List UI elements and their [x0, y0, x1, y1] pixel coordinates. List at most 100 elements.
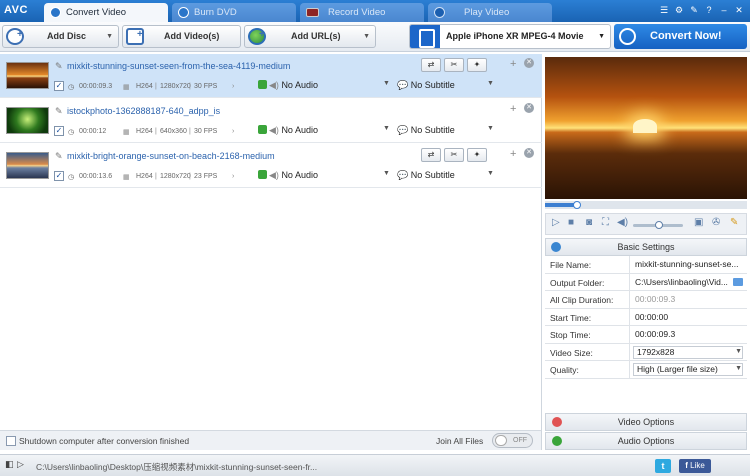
effects-wand-icon[interactable]: ✦	[467, 58, 487, 72]
video-thumbnail[interactable]	[6, 107, 49, 134]
toggle-state: OFF	[513, 437, 527, 444]
play-icon	[434, 7, 445, 18]
snapshot-icon[interactable]: ◙	[586, 217, 592, 228]
audio-track-select[interactable]: ◀) No Audio	[258, 80, 318, 91]
tab-convert-video[interactable]: Convert Video	[44, 3, 168, 22]
chevron-down-icon[interactable]: ▼	[487, 125, 494, 132]
close-icon[interactable]: ✕	[732, 3, 746, 18]
rotate-icon[interactable]: ⇄	[421, 58, 441, 72]
chevron-down-icon[interactable]: ▼	[487, 170, 494, 177]
rotate-icon[interactable]: ⇄	[421, 148, 441, 162]
start-time-field[interactable]: 00:00:00	[629, 308, 746, 326]
video-options-header[interactable]: Video Options	[545, 413, 747, 431]
stop-time-field[interactable]: 00:00:09.3	[629, 326, 746, 343]
output-profile-select[interactable]: Apple iPhone XR MPEG-4 Movie (*.mp4) ▼	[409, 24, 611, 64]
subtitle-select[interactable]: 💬 No Subtitle	[397, 80, 455, 91]
settings-icon[interactable]: ✇	[712, 217, 720, 228]
convert-now-button[interactable]: Convert Now!	[614, 24, 747, 49]
tab-burn-dvd[interactable]: Burn DVD	[172, 3, 296, 22]
collapse-left-icon[interactable]: ◧	[5, 459, 15, 471]
output-folder-field[interactable]: C:\Users\linbaoling\Vid...	[629, 273, 746, 291]
file-row[interactable]: ✎ mixkit-stunning-sunset-seen-from-the-s…	[0, 54, 542, 98]
chevron-down-icon[interactable]: ▼	[598, 25, 605, 48]
expand-right-icon[interactable]: ▷	[17, 459, 27, 471]
subtitle-select[interactable]: 💬 No Subtitle	[397, 125, 455, 136]
subtitle-select[interactable]: 💬 No Subtitle	[397, 170, 455, 181]
quality-select[interactable]: High (Larger file size)	[633, 363, 743, 376]
status-bar: ◧ ▷ C:\Users\linbaoling\Desktop\压缩视频素材\m…	[0, 454, 750, 476]
chevron-down-icon[interactable]: ▼	[735, 361, 742, 377]
file-name[interactable]: mixkit-bright-orange-sunset-on-beach-216…	[67, 151, 275, 161]
remove-icon[interactable]: ✕	[524, 148, 534, 158]
video-thumbnail[interactable]	[6, 62, 49, 89]
shutdown-checkbox[interactable]	[6, 436, 16, 446]
stop-icon[interactable]: ■	[568, 217, 574, 228]
pencil-icon[interactable]: ✎	[55, 61, 63, 72]
volume-handle[interactable]	[655, 221, 663, 229]
audio-options-header[interactable]: Audio Options	[545, 432, 747, 450]
remove-icon[interactable]: ✕	[524, 58, 534, 68]
file-checkbox[interactable]: ✓	[54, 171, 64, 181]
file-row[interactable]: ✎ mixkit-bright-orange-sunset-on-beach-2…	[0, 144, 542, 188]
file-resolution: 640x360	[160, 128, 187, 135]
chevron-down-icon[interactable]: ▼	[383, 80, 390, 87]
video-thumbnail[interactable]	[6, 152, 49, 179]
folder-icon[interactable]: ▣	[694, 217, 703, 228]
chevron-down-icon[interactable]: ▼	[735, 344, 742, 360]
scissors-icon[interactable]: ✂	[444, 148, 464, 162]
pencil-icon[interactable]: ✎	[55, 151, 63, 162]
menu-icon[interactable]: ☰	[657, 3, 671, 18]
file-resolution: 1280x720	[160, 83, 191, 90]
basic-settings-table: File Name: mixkit-stunning-sunset-se... …	[545, 256, 747, 379]
play-icon[interactable]: ▷	[552, 217, 560, 228]
wrench-icon[interactable]: ✎	[730, 217, 738, 228]
chevron-down-icon[interactable]: ▼	[363, 26, 370, 47]
chevron-down-icon[interactable]: ▼	[106, 26, 113, 47]
tab-label: Play Video	[464, 7, 510, 18]
pencil-icon[interactable]: ✎	[55, 106, 63, 117]
speaker-icon: ◀)	[269, 125, 279, 135]
fullscreen-icon[interactable]: ⛶	[602, 217, 609, 228]
effects-wand-icon[interactable]: ✦	[467, 148, 487, 162]
file-fps: 30 FPS	[194, 83, 218, 90]
toggle-knob	[495, 435, 507, 446]
video-size-select[interactable]: 1792x828	[633, 345, 743, 359]
add-videos-button[interactable]: + Add Video(s)	[122, 25, 241, 48]
add-icon[interactable]: +	[510, 148, 516, 160]
audio-track-select[interactable]: ◀) No Audio	[258, 170, 318, 181]
facebook-like-button[interactable]: f Like	[679, 459, 711, 473]
file-checkbox[interactable]: ✓	[54, 81, 64, 91]
tab-record-video[interactable]: Record Video	[300, 3, 424, 22]
seek-handle[interactable]	[573, 201, 581, 209]
speaker-icon: ◀)	[269, 170, 279, 180]
minimize-icon[interactable]: –	[717, 3, 731, 18]
join-all-toggle[interactable]: OFF	[492, 433, 533, 448]
add-urls-button[interactable]: + Add URL(s) ▼	[244, 25, 376, 48]
add-icon[interactable]: +	[510, 58, 516, 70]
output-path[interactable]: C:\Users\linbaoling\Desktop\压缩视频素材\mixki…	[36, 461, 317, 473]
settings-icon[interactable]: ⚙	[672, 3, 686, 18]
remove-icon[interactable]: ✕	[524, 103, 534, 113]
chevron-down-icon[interactable]: ▼	[383, 170, 390, 177]
add-icon[interactable]: +	[510, 103, 516, 115]
add-disc-button[interactable]: + Add Disc ▼	[2, 25, 119, 48]
video-preview[interactable]	[545, 57, 747, 199]
tab-play-video[interactable]: Play Video	[428, 3, 552, 22]
seek-bar[interactable]	[545, 201, 747, 209]
file-checkbox[interactable]: ✓	[54, 126, 64, 136]
file-name-field[interactable]: mixkit-stunning-sunset-se...	[629, 256, 746, 273]
file-name[interactable]: mixkit-stunning-sunset-seen-from-the-sea…	[67, 61, 290, 71]
volume-icon[interactable]: ◀)	[617, 217, 628, 228]
help-icon[interactable]: ?	[702, 3, 716, 18]
audio-track-select[interactable]: ◀) No Audio	[258, 125, 318, 136]
chevron-down-icon[interactable]: ▼	[383, 125, 390, 132]
volume-slider[interactable]	[633, 221, 683, 229]
basic-settings-header[interactable]: Basic Settings	[545, 238, 747, 256]
browse-folder-icon[interactable]	[733, 277, 743, 286]
tools-icon[interactable]: ✎	[687, 3, 701, 18]
chevron-down-icon[interactable]: ▼	[487, 80, 494, 87]
scissors-icon[interactable]: ✂	[444, 58, 464, 72]
file-row[interactable]: ✎ istockphoto-1362888187-640_adpp_is ✓ ◷…	[0, 99, 542, 143]
file-name[interactable]: istockphoto-1362888187-640_adpp_is	[67, 106, 220, 116]
twitter-icon[interactable]: t	[655, 459, 671, 473]
